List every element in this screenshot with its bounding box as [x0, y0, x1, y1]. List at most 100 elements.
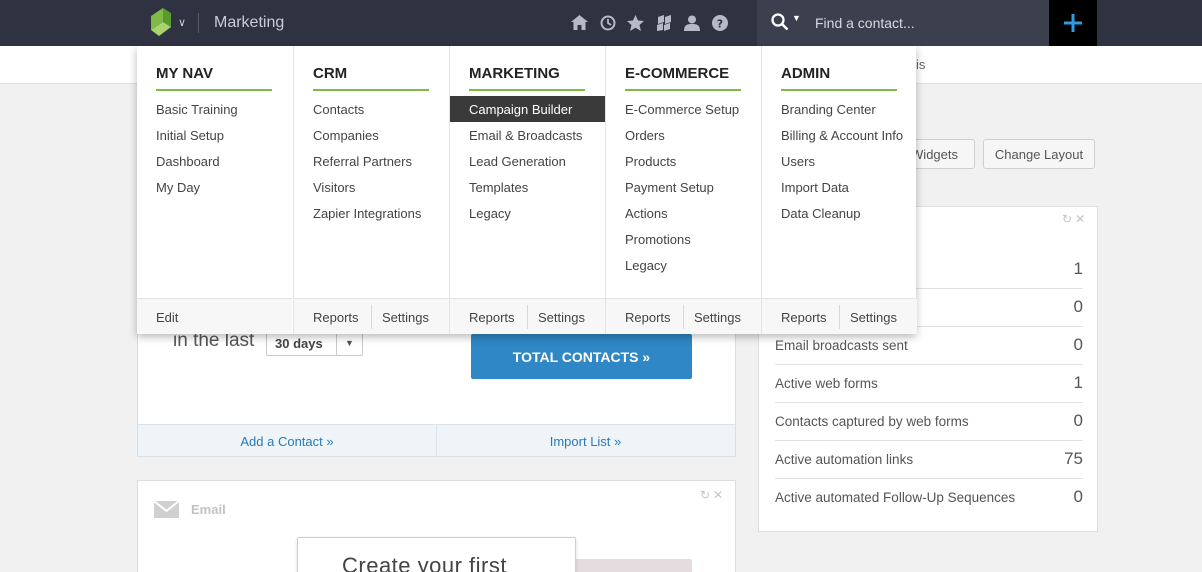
contacts-footer: Add a Contact » Import List » — [138, 424, 735, 457]
refresh-icon[interactable]: ↻ — [700, 488, 713, 502]
menu-footer: Reports Settings — [294, 298, 449, 334]
app-title: Marketing — [214, 14, 285, 31]
stat-label: Active web forms — [775, 376, 878, 391]
menu-column-crm: CRM Contacts Companies Referral Partners Vis… — [293, 46, 449, 334]
menu-item-email-broadcasts[interactable]: Email & Broadcasts — [450, 122, 605, 148]
menu-item-users[interactable]: Users — [762, 148, 917, 174]
menu-heading-my-nav[interactable]: MY NAV — [156, 65, 272, 91]
apps-icon[interactable] — [654, 13, 673, 32]
contacts-panel: in the last 30 days ▼ TOTAL CONTACTS » A… — [137, 320, 736, 457]
stat-label: Email broadcasts sent — [775, 338, 908, 353]
menu-footer-settings-link[interactable]: Settings — [382, 299, 429, 335]
menu-item-promotions[interactable]: Promotions — [606, 226, 761, 252]
menu-footer: Reports Settings — [450, 298, 605, 334]
menu-heading-e-commerce[interactable]: E-COMMERCE — [625, 65, 741, 91]
menu-item-companies[interactable]: Companies — [294, 122, 449, 148]
add-contact-link[interactable]: Add a Contact » — [138, 425, 436, 457]
menu-item-templates[interactable]: Templates — [450, 174, 605, 200]
menu-column-my-nav: MY NAV Basic Training Initial Setup Dashboa… — [137, 46, 293, 334]
stat-label: Active automation links — [775, 452, 914, 467]
search-bar: ▼ — [757, 0, 1049, 46]
star-icon[interactable] — [626, 13, 645, 32]
widgets-label: Widgets — [911, 146, 958, 162]
stat-value: 1 — [1073, 373, 1083, 392]
stat-value: 0 — [1073, 487, 1083, 506]
clock-icon[interactable] — [598, 13, 617, 32]
menu-footer-reports-link[interactable]: Reports — [469, 299, 515, 335]
menu-item-orders[interactable]: Orders — [606, 122, 761, 148]
menu-item-import-data[interactable]: Import Data — [762, 174, 917, 200]
menu-heading-marketing[interactable]: MARKETING — [469, 65, 585, 91]
import-list-link[interactable]: Import List » — [436, 425, 734, 457]
menu-footer-settings-link[interactable]: Settings — [538, 299, 585, 335]
help-icon[interactable]: ? — [710, 13, 729, 32]
change-layout-button[interactable]: Change Layout — [983, 139, 1095, 169]
top-bar: ∨ Marketing ? ▼ — [0, 0, 1202, 46]
stat-row: Active automation links 75 — [775, 441, 1083, 479]
top-icon-bar: ? — [570, 13, 729, 32]
menu-list: Basic Training Initial Setup Dashboard My D… — [137, 96, 292, 200]
menu-footer-reports-link[interactable]: Reports — [313, 299, 359, 335]
menu-column-admin: ADMIN Branding Center Billing & Account In… — [761, 46, 917, 334]
menu-item-lead-generation[interactable]: Lead Generation — [450, 148, 605, 174]
menu-footer-reports-link[interactable]: Reports — [625, 299, 671, 335]
stat-label: Contacts captured by web forms — [775, 414, 969, 429]
email-action-button[interactable] — [568, 559, 692, 572]
menu-footer-edit-link[interactable]: Edit — [156, 299, 178, 335]
menu-item-legacy[interactable]: Legacy — [606, 252, 761, 278]
menu-item-campaign-builder[interactable]: Campaign Builder — [450, 96, 605, 122]
caret-down-icon[interactable]: ▼ — [792, 13, 801, 23]
total-contacts-button[interactable]: TOTAL CONTACTS » — [471, 334, 692, 379]
divider — [371, 305, 372, 329]
days-select-value: 30 days — [275, 336, 323, 351]
add-button[interactable] — [1049, 0, 1097, 46]
menu-item-my-day[interactable]: My Day — [137, 174, 292, 200]
stat-value: 0 — [1073, 411, 1083, 430]
email-panel-title: Email — [191, 502, 226, 517]
menu-footer: Edit — [137, 298, 292, 334]
stat-row: Active automated Follow-Up Sequences 0 — [775, 479, 1083, 517]
menu-footer-settings-link[interactable]: Settings — [850, 299, 897, 335]
home-icon[interactable] — [570, 13, 589, 32]
menu-item-actions[interactable]: Actions — [606, 200, 761, 226]
sub-nav-text: is — [916, 57, 926, 72]
panel-controls: ↻✕ — [1062, 212, 1088, 226]
close-icon[interactable]: ✕ — [713, 488, 726, 502]
menu-item-legacy[interactable]: Legacy — [450, 200, 605, 226]
search-input[interactable] — [815, 12, 1040, 34]
envelope-icon — [154, 501, 179, 518]
user-icon[interactable] — [682, 13, 701, 32]
stat-row: Contacts captured by web forms 0 — [775, 403, 1083, 441]
menu-item-basic-training[interactable]: Basic Training — [137, 96, 292, 122]
search-icon[interactable] — [771, 13, 789, 31]
menu-item-dashboard[interactable]: Dashboard — [137, 148, 292, 174]
stat-row: Active web forms 1 — [775, 365, 1083, 403]
menu-item-payment-setup[interactable]: Payment Setup — [606, 174, 761, 200]
logo-icon[interactable] — [151, 8, 171, 36]
menu-item-referral-partners[interactable]: Referral Partners — [294, 148, 449, 174]
menu-item-contacts[interactable]: Contacts — [294, 96, 449, 122]
close-icon[interactable]: ✕ — [1075, 212, 1088, 226]
menu-item-billing-account-info[interactable]: Billing & Account Info — [762, 122, 917, 148]
refresh-icon[interactable]: ↻ — [1062, 212, 1075, 226]
create-first-card[interactable]: Create your first — [297, 537, 576, 572]
stat-value: 1 — [1073, 259, 1083, 278]
menu-footer-reports-link[interactable]: Reports — [781, 299, 827, 335]
menu-item-branding-center[interactable]: Branding Center — [762, 96, 917, 122]
menu-footer-settings-link[interactable]: Settings — [694, 299, 741, 335]
chevron-down-icon[interactable]: ∨ — [178, 16, 186, 29]
menu-heading-crm[interactable]: CRM — [313, 65, 429, 91]
stat-value: 0 — [1073, 335, 1083, 354]
divider — [198, 13, 199, 33]
svg-text:?: ? — [716, 17, 722, 30]
menu-item-zapier-integrations[interactable]: Zapier Integrations — [294, 200, 449, 226]
menu-item-initial-setup[interactable]: Initial Setup — [137, 122, 292, 148]
menu-item-data-cleanup[interactable]: Data Cleanup — [762, 200, 917, 226]
menu-item-visitors[interactable]: Visitors — [294, 174, 449, 200]
menu-heading-admin[interactable]: ADMIN — [781, 65, 897, 91]
menu-list: Campaign Builder Email & Broadcasts Lead G… — [450, 96, 605, 226]
menu-item-products[interactable]: Products — [606, 148, 761, 174]
plus-icon — [1064, 14, 1082, 32]
menu-item-e-commerce-setup[interactable]: E-Commerce Setup — [606, 96, 761, 122]
create-first-label: Create your first — [342, 553, 507, 572]
